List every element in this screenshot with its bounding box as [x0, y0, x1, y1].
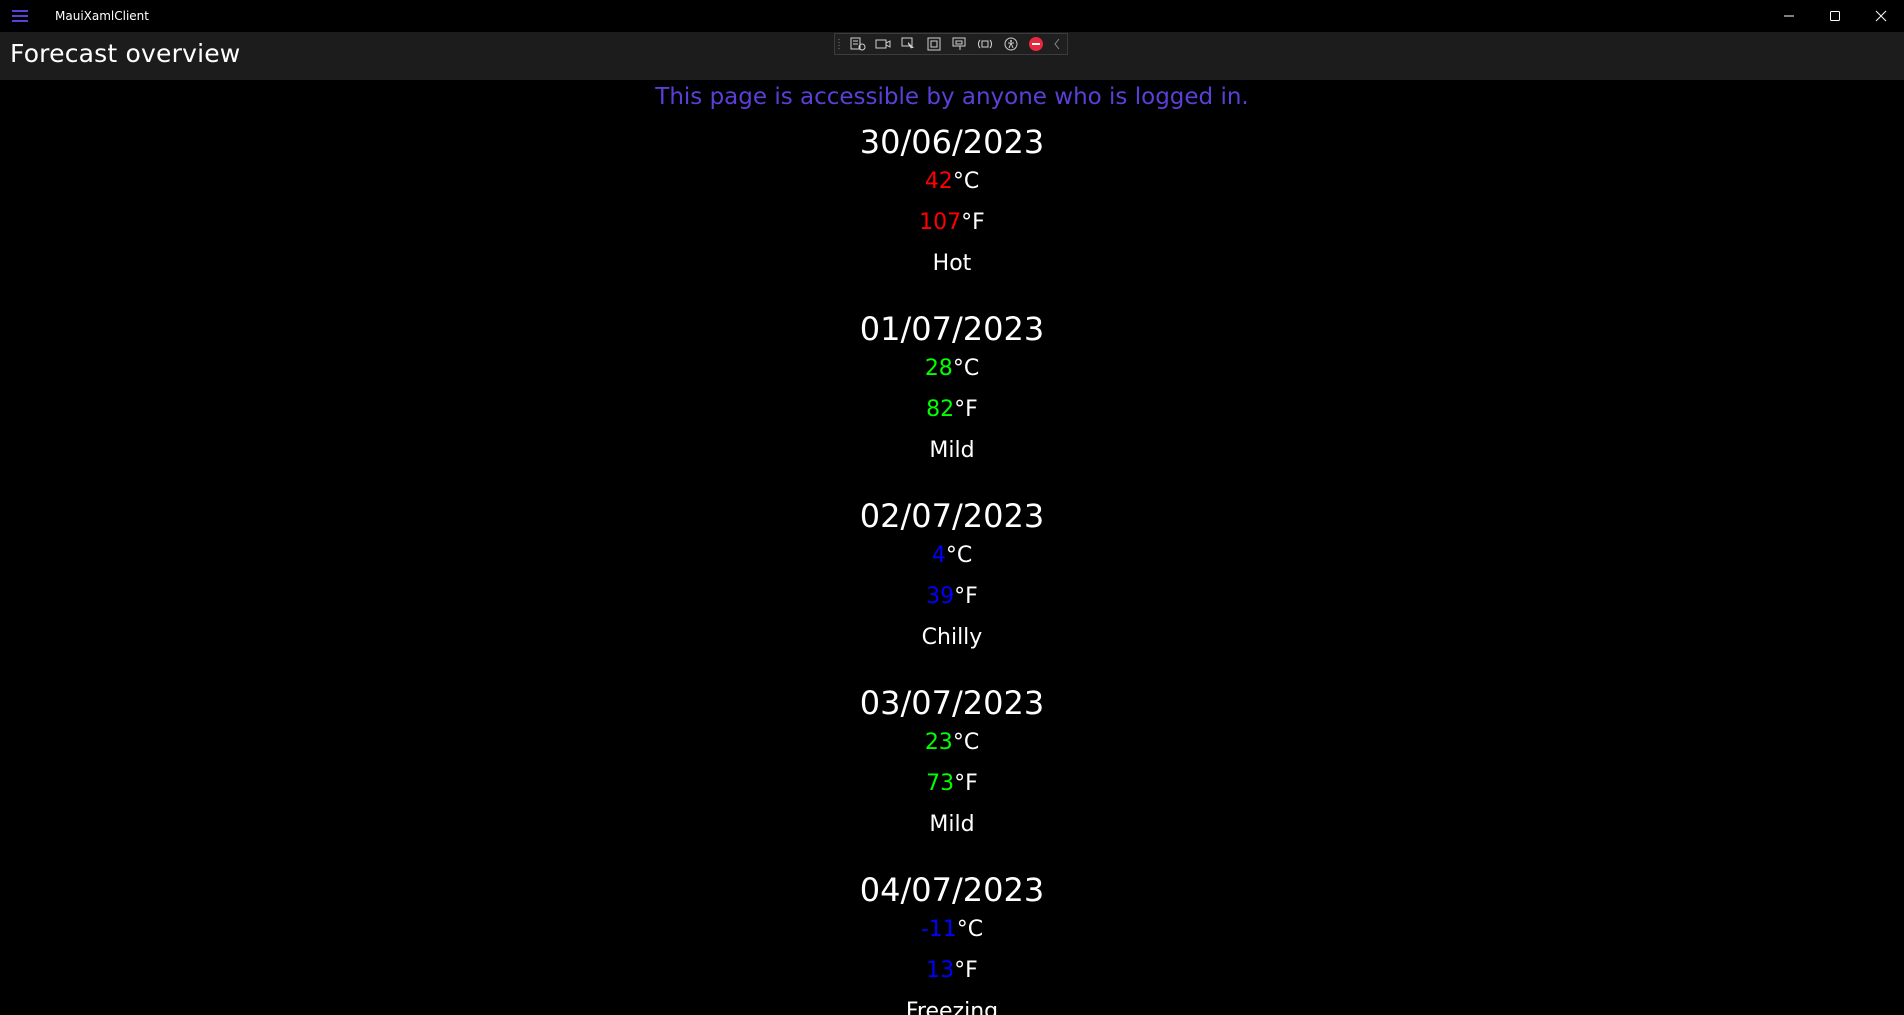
celsius-unit: °C: [956, 917, 984, 942]
fahrenheit-unit: °F: [954, 397, 978, 422]
forecast-temp-c: 28°C: [0, 354, 1904, 384]
forecast-date: 04/07/2023: [859, 871, 1045, 909]
maximize-button[interactable]: [1812, 0, 1858, 32]
show-in-app-toolbar-icon[interactable]: [873, 34, 895, 54]
forecast-date: 03/07/2023: [859, 684, 1045, 722]
forecast-temp-f: 13°F: [0, 956, 1904, 986]
track-focused-element-icon[interactable]: [949, 34, 971, 54]
forecast-item: 03/07/2023 23°C 73°F Mild: [0, 683, 1904, 840]
forecast-summary: Mild: [929, 438, 975, 463]
collapse-icon[interactable]: [1051, 34, 1063, 54]
toolbar-grip-icon[interactable]: [838, 38, 840, 51]
display-layout-adorners-icon[interactable]: [924, 34, 946, 54]
temp-c-value: -11: [920, 917, 957, 942]
close-icon: [1875, 10, 1887, 22]
forecast-temp-f: 107°F: [0, 208, 1904, 238]
hamburger-menu-icon[interactable]: [12, 9, 28, 23]
forecast-temp-f: 39°F: [0, 582, 1904, 612]
maximize-icon: [1830, 11, 1840, 21]
celsius-unit: °C: [952, 730, 980, 755]
temp-f-value: 13: [926, 958, 955, 983]
stop-icon[interactable]: [1026, 34, 1048, 54]
go-to-live-visual-tree-icon[interactable]: [847, 34, 869, 54]
forecast-item: 01/07/2023 28°C 82°F Mild: [0, 309, 1904, 466]
celsius-unit: °C: [952, 356, 980, 381]
forecast-summary: Freezing: [905, 999, 999, 1015]
close-button[interactable]: [1858, 0, 1904, 32]
forecast-date: 01/07/2023: [859, 310, 1045, 348]
forecast-temp-c: -11°C: [0, 915, 1904, 945]
forecast-summary: Mild: [929, 812, 975, 837]
forecast-temp-f: 73°F: [0, 769, 1904, 799]
temp-c-value: 4: [931, 543, 946, 568]
forecast-content: This page is accessible by anyone who is…: [0, 80, 1904, 1015]
temp-c-value: 42: [924, 169, 953, 194]
access-notice: This page is accessible by anyone who is…: [655, 84, 1249, 110]
forecast-item: 02/07/2023 4°C 39°F Chilly: [0, 496, 1904, 653]
app-window: MauiXamlClient Forecast overview This pa…: [0, 0, 1904, 1015]
title-bar: MauiXamlClient: [0, 0, 1904, 32]
accessibility-checker-icon[interactable]: [1000, 34, 1022, 54]
forecast-item: 30/06/2023 42°C 107°F Hot: [0, 122, 1904, 279]
temp-c-value: 28: [924, 356, 953, 381]
forecast-summary: Hot: [932, 251, 972, 276]
fahrenheit-unit: °F: [954, 584, 978, 609]
select-element-icon[interactable]: [898, 34, 920, 54]
temp-f-value: 39: [926, 584, 955, 609]
temp-f-value: 73: [926, 771, 955, 796]
forecast-temp-c: 4°C: [0, 541, 1904, 571]
forecast-temp-c: 23°C: [0, 728, 1904, 758]
forecast-item: 04/07/2023 -11°C 13°F Freezing: [0, 870, 1904, 1015]
app-title: MauiXamlClient: [55, 9, 149, 23]
forecast-temp-f: 82°F: [0, 395, 1904, 425]
fahrenheit-unit: °F: [954, 958, 978, 983]
forecast-date: 02/07/2023: [859, 497, 1045, 535]
fahrenheit-unit: °F: [961, 210, 985, 235]
forecast-date: 30/06/2023: [859, 123, 1045, 161]
hot-reload-icon[interactable]: [975, 34, 997, 54]
forecast-temp-c: 42°C: [0, 167, 1904, 197]
xaml-debug-toolbar: [834, 33, 1068, 55]
minimize-button[interactable]: [1766, 0, 1812, 32]
minimize-icon: [1784, 15, 1794, 17]
temp-f-value: 107: [919, 210, 962, 235]
forecast-summary: Chilly: [921, 625, 983, 650]
celsius-unit: °C: [952, 169, 980, 194]
celsius-unit: °C: [945, 543, 973, 568]
page-title: Forecast overview: [10, 39, 241, 68]
temp-c-value: 23: [924, 730, 953, 755]
temp-f-value: 82: [926, 397, 955, 422]
fahrenheit-unit: °F: [954, 771, 978, 796]
